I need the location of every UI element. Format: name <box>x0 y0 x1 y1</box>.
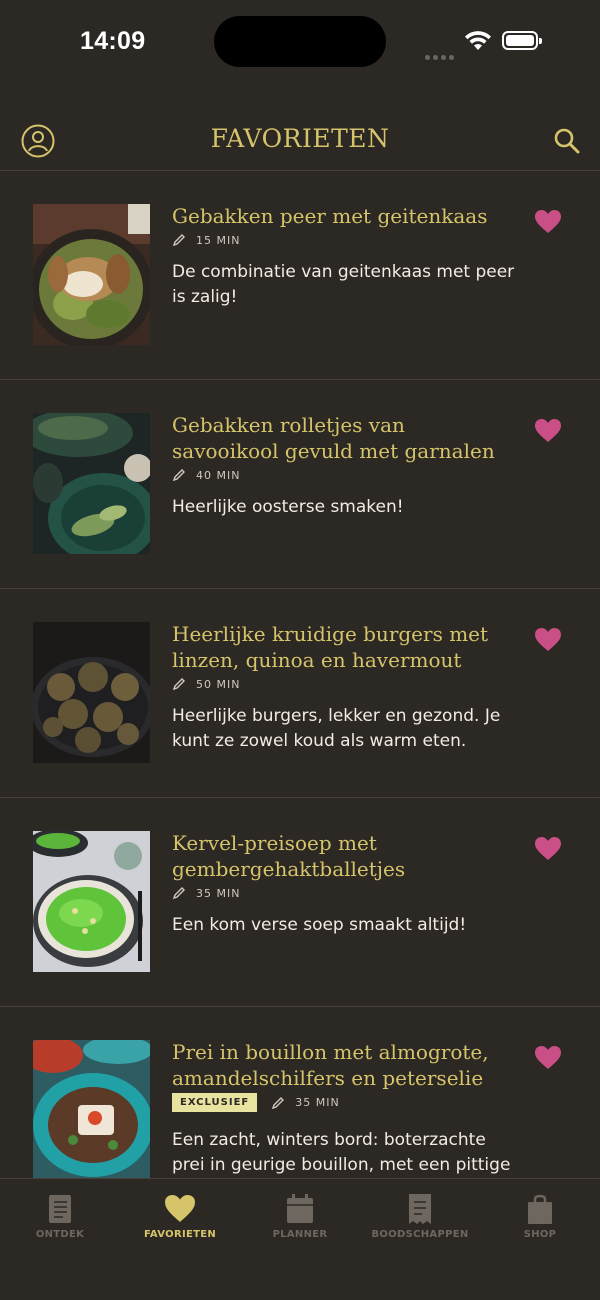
bottom-tab-bar: ONTDEK FAVORIETEN PLANNER BOODSCHAPPEN S… <box>0 1178 600 1300</box>
tab-boodschappen[interactable]: BOODSCHAPPEN <box>360 1193 480 1240</box>
search-icon[interactable] <box>552 126 582 156</box>
favorite-heart-icon[interactable] <box>535 628 561 652</box>
recipe-time: 40 MIN <box>196 468 241 482</box>
exclusive-badge: EXCLUSIEF <box>172 1093 258 1112</box>
recipe-meta: 35 MIN <box>172 886 240 900</box>
recipe-time: 35 MIN <box>295 1096 340 1109</box>
dynamic-island <box>214 16 386 67</box>
wifi-icon <box>465 31 491 50</box>
recipe-meta: 15 MIN <box>172 233 240 247</box>
recipe-time: 50 MIN <box>196 677 241 691</box>
top-navigation-bar: FAVORIETEN <box>0 110 600 171</box>
tab-label: PLANNER <box>272 1229 328 1240</box>
calendar-icon <box>287 1194 313 1223</box>
tab-planner[interactable]: PLANNER <box>240 1193 360 1240</box>
cellular-signal-icon <box>425 45 457 64</box>
tab-ontdek[interactable]: ONTDEK <box>0 1193 120 1240</box>
heart-icon <box>165 1195 195 1222</box>
pencil-icon <box>172 678 185 691</box>
favorites-list[interactable]: Gebakken peer met geitenkaas 15 MIN De c… <box>0 171 600 1178</box>
recipe-list-item[interactable]: Gebakken rolletjes van savooikool gevuld… <box>0 380 600 589</box>
pencil-icon <box>172 234 185 247</box>
recipe-list-item[interactable]: Prei in bouillon met almogrote, amandels… <box>0 1007 600 1178</box>
tab-label: FAVORIETEN <box>143 1229 217 1240</box>
page-title: FAVORIETEN <box>210 124 390 153</box>
recipe-thumbnail <box>33 204 150 345</box>
book-icon <box>49 1195 71 1223</box>
recipe-title[interactable]: Gebakken peer met geitenkaas <box>172 203 517 229</box>
favorite-heart-icon[interactable] <box>535 210 561 234</box>
status-bar: 14:09 <box>0 0 600 90</box>
tab-favorieten[interactable]: FAVORIETEN <box>120 1193 240 1240</box>
recipe-thumbnail <box>33 622 150 763</box>
favorite-heart-icon[interactable] <box>535 419 561 443</box>
status-time: 14:09 <box>80 27 146 55</box>
recipe-title[interactable]: Gebakken rolletjes van savooikool gevuld… <box>172 412 517 464</box>
favorite-heart-icon[interactable] <box>535 837 561 861</box>
receipt-icon <box>409 1194 431 1224</box>
recipe-title[interactable]: Prei in bouillon met almogrote, amandels… <box>172 1039 517 1091</box>
recipe-list-item[interactable]: Heerlijke kruidige burgers met linzen, q… <box>0 589 600 798</box>
recipe-description: Heerlijke oosterse smaken! <box>172 497 404 517</box>
recipe-thumbnail <box>33 413 150 554</box>
recipe-description: Een kom verse soep smaakt altijd! <box>172 915 467 935</box>
shopping-bag-icon <box>528 1194 552 1224</box>
recipe-list-item[interactable]: Kervel-preisoep met gembergehaktballetje… <box>0 798 600 1007</box>
recipe-title[interactable]: Heerlijke kruidige burgers met linzen, q… <box>172 621 517 673</box>
recipe-thumbnail <box>33 1040 150 1178</box>
tab-label: ONTDEK <box>35 1229 85 1240</box>
recipe-meta: 50 MIN <box>172 677 240 691</box>
recipe-list-item[interactable]: Gebakken peer met geitenkaas 15 MIN De c… <box>0 171 600 380</box>
tab-label: BOODSCHAPPEN <box>371 1229 469 1240</box>
tab-label: SHOP <box>523 1229 557 1240</box>
pencil-icon <box>172 469 185 482</box>
pencil-icon <box>172 887 185 900</box>
tab-shop[interactable]: SHOP <box>480 1193 600 1240</box>
recipe-time: 35 MIN <box>196 886 241 900</box>
recipe-description: De combinatie van geitenkaas met peer is… <box>172 262 515 307</box>
recipe-description: Heerlijke burgers, lekker en gezond. Je … <box>172 706 501 751</box>
recipe-title[interactable]: Kervel-preisoep met gembergehaktballetje… <box>172 830 517 882</box>
recipe-time: 15 MIN <box>196 233 241 247</box>
pencil-icon <box>272 1096 285 1109</box>
recipe-thumbnail <box>33 831 150 972</box>
recipe-meta: EXCLUSIEF 35 MIN <box>172 1093 340 1112</box>
recipe-meta: 40 MIN <box>172 468 240 482</box>
recipe-description: Een zacht, winters bord: boterzachte pre… <box>172 1130 511 1175</box>
battery-icon <box>502 31 542 50</box>
favorite-heart-icon[interactable] <box>535 1046 561 1070</box>
